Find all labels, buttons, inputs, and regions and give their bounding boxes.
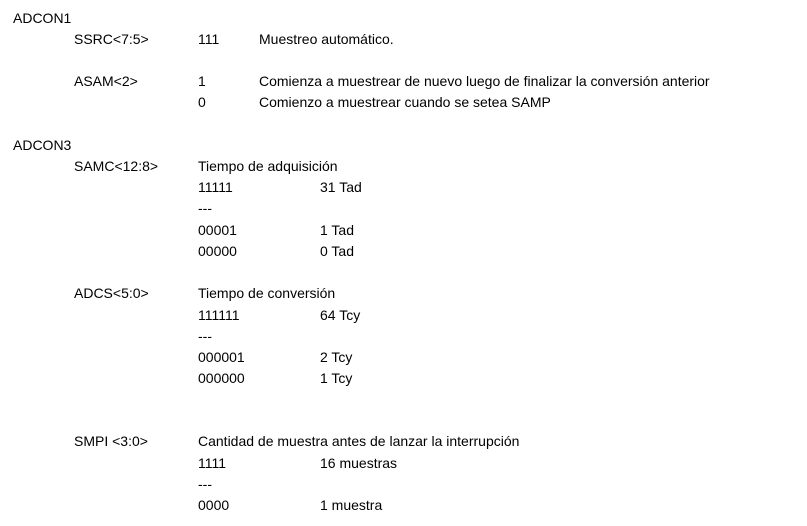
ssrc-value: 111: [198, 31, 220, 47]
samc-result: 31 Tad: [320, 179, 362, 195]
asam-description-0: Comienzo a muestrear cuando se setea SAM…: [259, 94, 551, 110]
adcs-code: 111111: [198, 307, 240, 323]
adcs-field-label: ADCS<5:0>: [74, 285, 149, 301]
adcon1-register-title: ADCON1: [13, 10, 72, 26]
samc-result: 1 Tad: [320, 222, 354, 238]
samc-field-label: SAMC<12:8>: [74, 158, 159, 174]
adcs-result: 1 Tcy: [320, 370, 353, 386]
asam-value-0: 0: [198, 94, 206, 110]
adcs-result: 64 Tcy: [320, 307, 361, 323]
asam-field-label: ASAM<2>: [74, 73, 138, 89]
adcs-code: 000000: [198, 370, 245, 386]
ssrc-field-label: SSRC<7:5>: [74, 31, 149, 47]
asam-value-1: 1: [198, 73, 206, 89]
samc-heading: Tiempo de adquisición: [198, 158, 338, 174]
adcon3-register-title: ADCON3: [13, 137, 72, 153]
smpi-code: 0000: [198, 497, 230, 513]
adcs-heading: Tiempo de conversión: [198, 285, 336, 301]
smpi-heading: Cantidad de muestra antes de lanzar la i…: [198, 433, 520, 449]
ssrc-description: Muestreo automático.: [259, 31, 394, 47]
samc-ellipsis: ---: [198, 200, 212, 216]
smpi-ellipsis: ---: [198, 476, 212, 492]
adcs-code: 000001: [198, 349, 245, 365]
samc-code: 00000: [198, 243, 237, 259]
smpi-result: 16 muestras: [320, 455, 398, 471]
smpi-field-label: SMPI <3:0>: [74, 433, 148, 449]
adcs-result: 2 Tcy: [320, 349, 353, 365]
smpi-result: 1 muestra: [320, 497, 383, 513]
adcs-ellipsis: ---: [198, 328, 212, 344]
samc-code: 00001: [198, 222, 237, 238]
smpi-code: 1111: [198, 455, 227, 471]
samc-code: 11111: [198, 179, 233, 195]
asam-description-1: Comienza a muestrear de nuevo luego de f…: [259, 73, 710, 89]
samc-result: 0 Tad: [320, 243, 354, 259]
